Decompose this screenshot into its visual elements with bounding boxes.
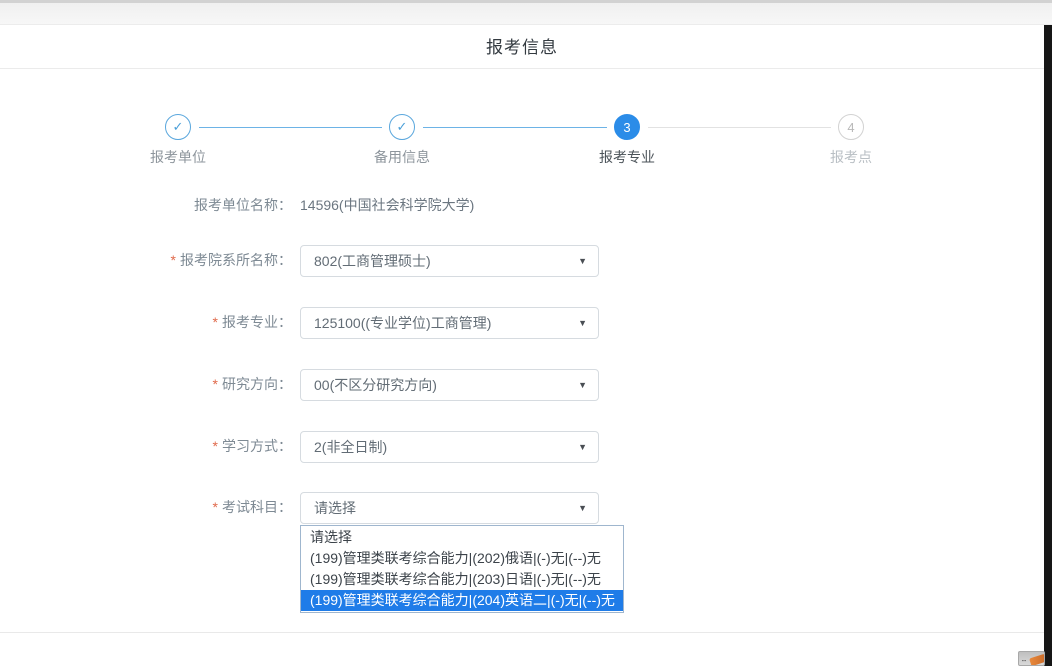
major-select-value: 125100((专业学位)工商管理) [314, 308, 491, 338]
chevron-down-icon: ▼ [578, 370, 587, 400]
chevron-down-icon: ▼ [578, 308, 587, 338]
step-4-label: 报考点 [830, 147, 872, 167]
major-select[interactable]: 125100((专业学位)工商管理) ▼ [300, 307, 599, 339]
unit-name-value: 14596(中国社会科学院大学) [300, 190, 474, 221]
dropdown-option-selected[interactable]: (199)管理类联考综合能力|(204)英语二|(-)无|(--)无 [301, 590, 623, 611]
chevron-down-icon: ▼ [578, 432, 587, 462]
study-mode-select-value: 2(非全日制) [314, 432, 387, 462]
application-info-page: { "header": { "title": "报考信息" }, "icons"… [0, 0, 1052, 666]
required-star: * [171, 252, 176, 268]
dropdown-option[interactable]: (199)管理类联考综合能力|(203)日语|(-)无|(--)无 [301, 569, 623, 590]
step-3-circle[interactable]: 3 [614, 114, 640, 140]
dropdown-option[interactable]: (199)管理类联考综合能力|(202)俄语|(-)无|(--)无 [301, 548, 623, 569]
exam-subjects-label-text: 考试科目： [222, 499, 292, 515]
research-direction-select[interactable]: 00(不区分研究方向) ▼ [300, 369, 599, 401]
research-direction-label: *研究方向： [0, 369, 292, 400]
study-mode-label-text: 学习方式： [222, 438, 292, 454]
window-top-chrome [0, 0, 1052, 25]
orange-pen-icon [1029, 654, 1045, 666]
required-star: * [213, 314, 218, 330]
unit-name-label: 报考单位名称： [0, 190, 292, 221]
dropdown-option[interactable]: 请选择 [301, 527, 623, 548]
department-label: *报考院系所名称： [0, 245, 292, 276]
exam-subjects-label: *考试科目： [0, 492, 292, 523]
exam-subjects-select-value: 请选择 [314, 493, 356, 523]
bottom-divider [0, 632, 1044, 633]
chevron-down-icon: ▼ [578, 246, 587, 276]
research-direction-select-value: 00(不区分研究方向) [314, 370, 437, 400]
page-header: 报考信息 [0, 25, 1044, 69]
department-label-text: 报考院系所名称： [180, 252, 292, 268]
required-star: * [213, 376, 218, 392]
major-label-text: 报考专业： [222, 314, 292, 330]
step-2-circle[interactable]: ✓ [389, 114, 415, 140]
department-select[interactable]: 802(工商管理硕士) ▼ [300, 245, 599, 277]
study-mode-select[interactable]: 2(非全日制) ▼ [300, 431, 599, 463]
step-2-label: 备用信息 [374, 147, 430, 167]
stepper-connector-1 [199, 127, 382, 128]
step-1-circle[interactable]: ✓ [165, 114, 191, 140]
stepper-connector-2 [423, 127, 607, 128]
exam-subjects-dropdown: 请选择 (199)管理类联考综合能力|(202)俄语|(-)无|(--)无 (1… [300, 525, 624, 613]
system-tray-capture-icon[interactable]: ┅ [1018, 651, 1045, 666]
chevron-down-icon: ▼ [578, 493, 587, 523]
check-icon: ✓ [173, 119, 184, 135]
step-3-label: 报考专业 [599, 147, 655, 167]
required-star: * [213, 438, 218, 454]
exam-subjects-select[interactable]: 请选择 ▼ [300, 492, 599, 524]
step-3-number: 3 [623, 120, 630, 135]
check-icon: ✓ [397, 119, 408, 135]
page-title: 报考信息 [0, 33, 1044, 58]
window-right-edge [1044, 25, 1052, 666]
step-1-label: 报考单位 [150, 147, 206, 167]
stepper-connector-3 [648, 127, 831, 128]
department-select-value: 802(工商管理硕士) [314, 246, 431, 276]
research-direction-label-text: 研究方向： [222, 376, 292, 392]
step-4-number: 4 [847, 120, 854, 135]
study-mode-label: *学习方式： [0, 431, 292, 462]
required-star: * [213, 499, 218, 515]
major-label: *报考专业： [0, 307, 292, 338]
step-4-circle[interactable]: 4 [838, 114, 864, 140]
tray-dots-icon: ┅ [1022, 657, 1027, 665]
